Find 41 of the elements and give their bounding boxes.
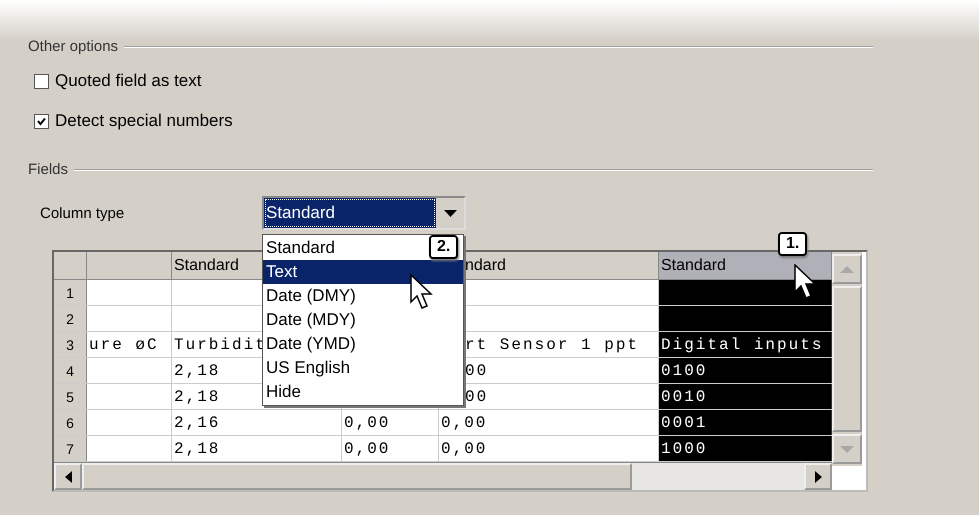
- list-option[interactable]: Text: [263, 260, 463, 284]
- scroll-right-button[interactable]: [804, 463, 832, 490]
- cursor-icon: [410, 274, 434, 310]
- table-cell: Digital inputs: [659, 332, 832, 357]
- checkbox[interactable]: [34, 74, 49, 88]
- row-number: 2: [54, 306, 87, 331]
- column-type-dropdown[interactable]: Standard: [262, 196, 466, 230]
- column-header[interactable]: Standard: [659, 252, 832, 279]
- horizontal-scrollbar-thumb[interactable]: [82, 463, 632, 490]
- row-number: 4: [54, 358, 87, 383]
- table-cell: 1000: [659, 436, 832, 461]
- callout-label: 2.: [429, 235, 458, 259]
- row-number: 6: [54, 410, 87, 435]
- left-arrow-icon: [64, 470, 72, 482]
- table-cell: 0100: [659, 358, 832, 383]
- column-type-label: Column type: [40, 204, 126, 222]
- row-number: 7: [54, 436, 87, 461]
- scroll-up-button[interactable]: [832, 254, 862, 284]
- down-arrow-icon: [840, 446, 854, 452]
- section-title: Other options: [28, 38, 118, 55]
- callout-label: 1.: [778, 232, 808, 256]
- table-cell: 2,16: [172, 410, 342, 435]
- table-cell: 0010: [659, 384, 832, 409]
- row-number: 5: [54, 384, 87, 409]
- checkbox-label[interactable]: Quoted field as text: [55, 71, 202, 91]
- table-cell: 2,18: [172, 436, 342, 461]
- checkbox[interactable]: [34, 114, 49, 128]
- right-arrow-icon: [814, 470, 822, 482]
- checkbox-label[interactable]: Detect special numbers: [55, 111, 233, 131]
- row-number: 1: [54, 280, 87, 305]
- table-cell: ure øC: [87, 332, 172, 357]
- section-title: Fields: [28, 161, 68, 178]
- dropdown-arrow-icon: [444, 210, 456, 216]
- list-option[interactable]: Date (MDY): [263, 308, 359, 332]
- table-cell: 0001: [659, 410, 832, 435]
- table-cell: 0,00: [342, 436, 439, 461]
- list-option[interactable]: Date (DMY): [263, 284, 359, 308]
- scroll-left-button[interactable]: [54, 463, 82, 490]
- up-arrow-icon: [840, 266, 854, 272]
- table-cell: 0,00: [342, 410, 439, 435]
- row-number: 3: [54, 332, 87, 357]
